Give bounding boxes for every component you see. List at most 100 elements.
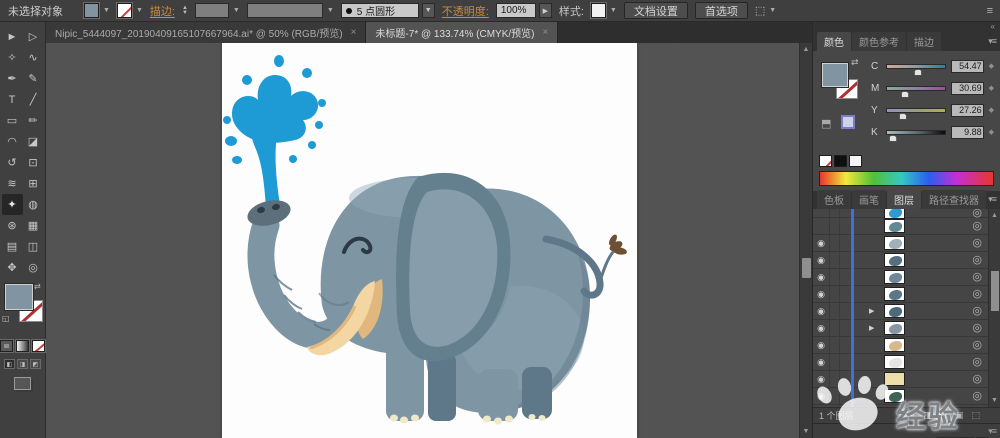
paintbrush-tool[interactable]: ✏ bbox=[23, 110, 44, 131]
layer-target-icon[interactable]: ◎ bbox=[972, 391, 982, 402]
control-bar-menu-icon[interactable]: ≡ bbox=[987, 5, 994, 17]
layer-row[interactable]: ◎ bbox=[813, 218, 1000, 235]
magic-wand-tool[interactable]: ✧ bbox=[2, 47, 23, 68]
fill-dropdown-icon[interactable]: ▼ bbox=[103, 7, 110, 14]
swatch-none[interactable] bbox=[819, 155, 832, 167]
style-dropdown-icon[interactable]: ▼ bbox=[610, 7, 617, 14]
tab-layers[interactable]: 图层 bbox=[887, 190, 921, 209]
out-of-gamut-swatch[interactable] bbox=[841, 115, 855, 129]
stroke-panel-link[interactable]: 描边: bbox=[150, 3, 175, 19]
visibility-eye-icon[interactable]: ◉ bbox=[813, 286, 830, 302]
line-segment-tool[interactable]: ╱ bbox=[23, 89, 44, 110]
bottom-panel-menu-icon[interactable]: ▾≡ bbox=[988, 426, 997, 437]
layer-thumbnail[interactable] bbox=[884, 372, 905, 386]
swatch-white[interactable] bbox=[849, 155, 862, 167]
visibility-eye-icon[interactable]: ◉ bbox=[813, 354, 830, 370]
type-tool[interactable]: T bbox=[2, 89, 23, 110]
layers-scrollbar[interactable]: ▲ ▼ bbox=[988, 209, 1000, 407]
pen-tool[interactable]: ✒ bbox=[2, 68, 23, 89]
layer-target-icon[interactable]: ◎ bbox=[972, 221, 982, 232]
stroke-weight-stepper[interactable]: ▲ ▼ bbox=[182, 5, 188, 16]
layer-thumbnail[interactable] bbox=[884, 270, 905, 284]
layer-row[interactable]: ◉ ◎ bbox=[813, 337, 1000, 354]
layer-thumbnail[interactable] bbox=[884, 219, 905, 233]
eraser-tool[interactable]: ◪ bbox=[23, 131, 44, 152]
fill-proxy[interactable] bbox=[5, 284, 33, 310]
layer-target-icon[interactable]: ◎ bbox=[972, 374, 982, 385]
rectangle-tool[interactable]: ▭ bbox=[2, 110, 23, 131]
brush-definition-select[interactable]: 5 点圆形 bbox=[340, 3, 419, 18]
width-profile-select[interactable] bbox=[246, 3, 323, 18]
layer-target-icon[interactable]: ◎ bbox=[972, 238, 982, 249]
visibility-eye-icon[interactable]: ◉ bbox=[813, 371, 830, 387]
draw-normal-button[interactable]: ◧ bbox=[4, 359, 15, 369]
tab-pathfinder[interactable]: 路径查找器 bbox=[922, 190, 986, 209]
layer-row[interactable]: ◉ ◎ bbox=[813, 371, 1000, 388]
canvas-vertical-scrollbar[interactable]: ▲ ▼ bbox=[799, 43, 812, 438]
width-profile-dropdown-icon[interactable]: ▼ bbox=[327, 7, 334, 14]
visibility-eye-icon[interactable] bbox=[813, 218, 830, 234]
zoom-tool[interactable]: ◎ bbox=[23, 257, 44, 278]
opacity-panel-link[interactable]: 不透明度: bbox=[442, 3, 489, 19]
layer-row[interactable]: ◉ ◎ bbox=[813, 269, 1000, 286]
artboard-tool[interactable]: ▤ bbox=[2, 236, 23, 257]
layer-thumbnail[interactable] bbox=[884, 338, 905, 352]
expand-triangle-icon[interactable]: ▶ bbox=[869, 324, 874, 332]
visibility-eye-icon[interactable]: ◉ bbox=[813, 269, 830, 285]
selection-tool[interactable]: ► bbox=[2, 26, 23, 47]
opacity-expand-button[interactable]: ▶ bbox=[538, 3, 552, 18]
width-tool[interactable]: ≋ bbox=[2, 173, 23, 194]
free-transform-tool[interactable]: ⊞ bbox=[23, 173, 44, 194]
layer-target-icon[interactable]: ◎ bbox=[972, 323, 982, 334]
stroke-weight-dropdown-icon[interactable]: ▼ bbox=[233, 7, 240, 14]
layers-scrollbar-thumb[interactable] bbox=[991, 271, 999, 311]
expand-triangle-icon[interactable]: ▶ bbox=[869, 307, 874, 315]
scroll-down-icon[interactable]: ▼ bbox=[800, 425, 812, 438]
preferences-button[interactable]: 首选项 bbox=[694, 2, 748, 19]
layer-target-icon[interactable]: ◎ bbox=[972, 272, 982, 283]
draw-inside-button[interactable]: ◩ bbox=[30, 359, 41, 369]
curvature-tool[interactable]: ✎ bbox=[23, 68, 44, 89]
swatch-black[interactable] bbox=[834, 155, 847, 167]
hand-tool[interactable]: ✥ bbox=[2, 257, 23, 278]
color-panel-menu-icon[interactable]: ▾≡ bbox=[988, 36, 997, 47]
visibility-eye-icon[interactable]: ◉ bbox=[813, 388, 830, 404]
layer-row[interactable]: ◉ ▶ ◎ bbox=[813, 320, 1000, 337]
layer-target-icon[interactable]: ◎ bbox=[972, 306, 982, 317]
layer-row[interactable]: ◉ ◎ bbox=[813, 354, 1000, 371]
layer-thumbnail[interactable] bbox=[884, 321, 905, 335]
eyedropper-tool[interactable]: ✦ bbox=[1, 194, 23, 215]
artboard[interactable] bbox=[222, 43, 637, 438]
layers-scroll-up-icon[interactable]: ▲ bbox=[989, 209, 1000, 222]
tab-stroke[interactable]: 描边 bbox=[907, 32, 941, 51]
swap-fill-stroke-icon[interactable]: ⇄ bbox=[34, 282, 41, 291]
new-layer-icon[interactable]: ▣ bbox=[955, 410, 964, 421]
make-clipping-mask-icon[interactable]: ◨ bbox=[923, 410, 932, 421]
select-similar-icon[interactable]: ⬚ bbox=[755, 4, 765, 17]
document-tab-1[interactable]: Nipic_5444097_20190409165107667964.ai* @… bbox=[46, 22, 367, 43]
none-mode-button[interactable] bbox=[31, 339, 46, 353]
document-tab-2[interactable]: 未标题-7* @ 133.74% (CMYK/预览) × bbox=[366, 22, 559, 43]
layer-thumbnail[interactable] bbox=[884, 389, 905, 403]
visibility-eye-icon[interactable]: ◉ bbox=[813, 320, 830, 336]
fill-color-swatch[interactable] bbox=[83, 2, 100, 19]
screen-mode-button[interactable] bbox=[14, 377, 31, 390]
delete-layer-icon[interactable]: ⬚ bbox=[971, 410, 980, 421]
layer-row[interactable]: ◉ ◎ bbox=[813, 252, 1000, 269]
slice-tool[interactable]: ◫ bbox=[23, 236, 44, 257]
gradient-tool[interactable]: ◍ bbox=[23, 194, 44, 215]
visibility-eye-icon[interactable]: ◉ bbox=[813, 337, 830, 353]
layer-thumbnail[interactable] bbox=[884, 253, 905, 267]
layer-row[interactable]: ◉ ◎ bbox=[813, 235, 1000, 252]
document-setup-button[interactable]: 文档设置 bbox=[623, 2, 688, 19]
pencil-tool[interactable]: ◠ bbox=[2, 131, 23, 152]
layer-thumbnail[interactable] bbox=[884, 355, 905, 369]
canvas-area[interactable]: ▲ ▼ bbox=[46, 43, 812, 438]
select-similar-dropdown-icon[interactable]: ▼ bbox=[769, 7, 776, 14]
draw-behind-button[interactable]: ◨ bbox=[17, 359, 28, 369]
web-color-cube-icon[interactable]: ⬒ bbox=[821, 117, 831, 130]
scroll-up-icon[interactable]: ▲ bbox=[800, 43, 812, 56]
default-fill-stroke-icon[interactable]: ◱ bbox=[2, 314, 10, 323]
tab-color-guide[interactable]: 颜色参考 bbox=[852, 32, 906, 51]
symbol-sprayer-tool[interactable]: ⊛ bbox=[2, 215, 23, 236]
